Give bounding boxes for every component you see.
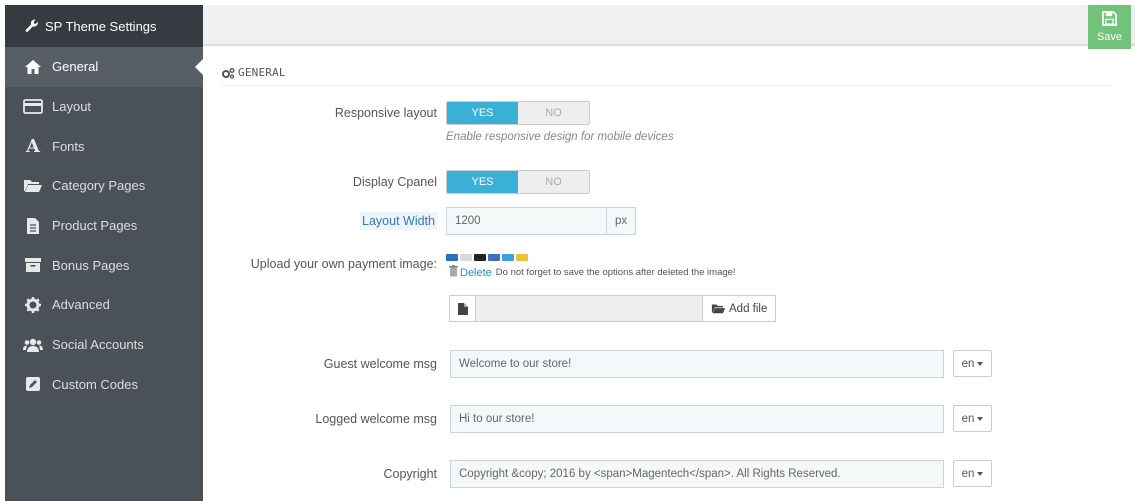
payment-image-preview bbox=[446, 254, 528, 261]
archive-icon bbox=[22, 256, 44, 274]
sidebar-item-label: Category Pages bbox=[52, 178, 146, 194]
sidebar-item-label: Custom Codes bbox=[52, 376, 138, 392]
display-cpanel-switch[interactable]: YES NO bbox=[446, 170, 590, 194]
guest-lang-select[interactable]: en bbox=[953, 350, 992, 377]
lang-code: en bbox=[961, 467, 975, 480]
trash-icon bbox=[449, 265, 458, 280]
sidebar-item-label: Layout bbox=[52, 99, 92, 115]
sidebar-item-label: Advanced bbox=[52, 297, 110, 313]
file-name-field[interactable] bbox=[476, 295, 703, 322]
caret-down-icon bbox=[977, 361, 984, 366]
switch-yes[interactable]: YES bbox=[447, 171, 518, 193]
add-file-button[interactable]: Add file bbox=[703, 295, 777, 322]
add-file-label: Add file bbox=[729, 302, 768, 315]
layout-width-group: 1200 px bbox=[446, 207, 637, 235]
file-upload: Add file bbox=[449, 295, 777, 322]
lang-code: en bbox=[961, 412, 975, 425]
caret-down-icon bbox=[977, 471, 984, 476]
caret-down-icon bbox=[977, 416, 984, 421]
sidebar-item-category-pages[interactable]: Category Pages bbox=[5, 166, 203, 206]
sidebar-item-bonus-pages[interactable]: Bonus Pages bbox=[5, 245, 203, 285]
layout-width-input[interactable]: 1200 bbox=[446, 207, 607, 235]
switch-yes[interactable]: YES bbox=[447, 102, 518, 124]
copyright-lang-select[interactable]: en bbox=[953, 460, 992, 487]
logged-welcome-group: Hi to our store! bbox=[450, 405, 944, 433]
switch-no[interactable]: NO bbox=[518, 102, 589, 124]
sidebar-item-social-accounts[interactable]: Social Accounts bbox=[5, 325, 203, 365]
credit-card-icon bbox=[22, 98, 44, 116]
sidebar-nav: General Layout A Fonts Category Pages Pr… bbox=[5, 47, 203, 404]
folder-open-icon bbox=[711, 303, 726, 314]
guest-welcome-label: Guest welcome msg bbox=[323, 357, 437, 371]
guest-welcome-input[interactable]: Welcome to our store! bbox=[450, 350, 944, 378]
delete-image-link[interactable]: Delete bbox=[460, 267, 492, 279]
lang-code: en bbox=[961, 357, 975, 370]
sidebar-item-custom-codes[interactable]: Custom Codes bbox=[5, 365, 203, 405]
sidebar-item-label: Product Pages bbox=[52, 218, 138, 234]
display-cpanel-label: Display Cpanel bbox=[352, 175, 437, 189]
sidebar-item-fonts[interactable]: A Fonts bbox=[5, 126, 203, 166]
font-icon: A bbox=[26, 135, 40, 157]
sidebar-item-product-pages[interactable]: Product Pages bbox=[5, 206, 203, 246]
settings-form: Responsive layout YES NO Enable responsi… bbox=[221, 0, 1111, 501]
sidebar-item-label: Social Accounts bbox=[52, 337, 144, 353]
sidebar-title: SP Theme Settings bbox=[45, 18, 157, 34]
file-icon bbox=[449, 295, 476, 322]
switch-no[interactable]: NO bbox=[518, 171, 589, 193]
payment-image-label: Upload your own payment image: bbox=[250, 257, 437, 271]
logged-lang-select[interactable]: en bbox=[953, 405, 992, 432]
copyright-group: Copyright &copy; 2016 by <span>Magentech… bbox=[450, 460, 944, 488]
sidebar-item-label: General bbox=[52, 59, 99, 75]
logged-welcome-label: Logged welcome msg bbox=[315, 412, 437, 426]
guest-welcome-group: Welcome to our store! bbox=[450, 350, 944, 378]
copyright-label: Copyright bbox=[383, 467, 438, 481]
sidebar: SP Theme Settings General Layout A Fonts… bbox=[5, 5, 203, 501]
folder-open-icon bbox=[22, 177, 44, 195]
pencil-icon bbox=[22, 375, 44, 393]
sidebar-item-label: Fonts bbox=[52, 138, 85, 154]
gear-icon bbox=[22, 296, 44, 314]
logged-welcome-input[interactable]: Hi to our store! bbox=[450, 405, 944, 433]
layout-width-label: Layout Width bbox=[360, 212, 437, 230]
sidebar-item-general[interactable]: General bbox=[5, 47, 203, 87]
delete-image-line: Delete Do not forget to save the options… bbox=[449, 265, 736, 280]
sidebar-item-advanced[interactable]: Advanced bbox=[5, 285, 203, 325]
responsive-layout-switch[interactable]: YES NO bbox=[446, 101, 590, 125]
sidebar-item-layout[interactable]: Layout bbox=[5, 87, 203, 127]
copyright-input[interactable]: Copyright &copy; 2016 by <span>Magentech… bbox=[450, 460, 944, 488]
responsive-layout-label: Responsive layout bbox=[334, 106, 437, 120]
users-icon bbox=[22, 336, 44, 354]
file-text-icon bbox=[22, 217, 44, 235]
sidebar-item-label: Bonus Pages bbox=[52, 257, 130, 273]
wrench-icon bbox=[25, 19, 39, 33]
home-icon bbox=[22, 58, 44, 76]
sidebar-header: SP Theme Settings bbox=[5, 5, 203, 47]
delete-note: Do not forget to save the options after … bbox=[495, 267, 736, 278]
responsive-help-text: Enable responsive design for mobile devi… bbox=[446, 131, 674, 143]
layout-width-unit: px bbox=[607, 207, 637, 235]
